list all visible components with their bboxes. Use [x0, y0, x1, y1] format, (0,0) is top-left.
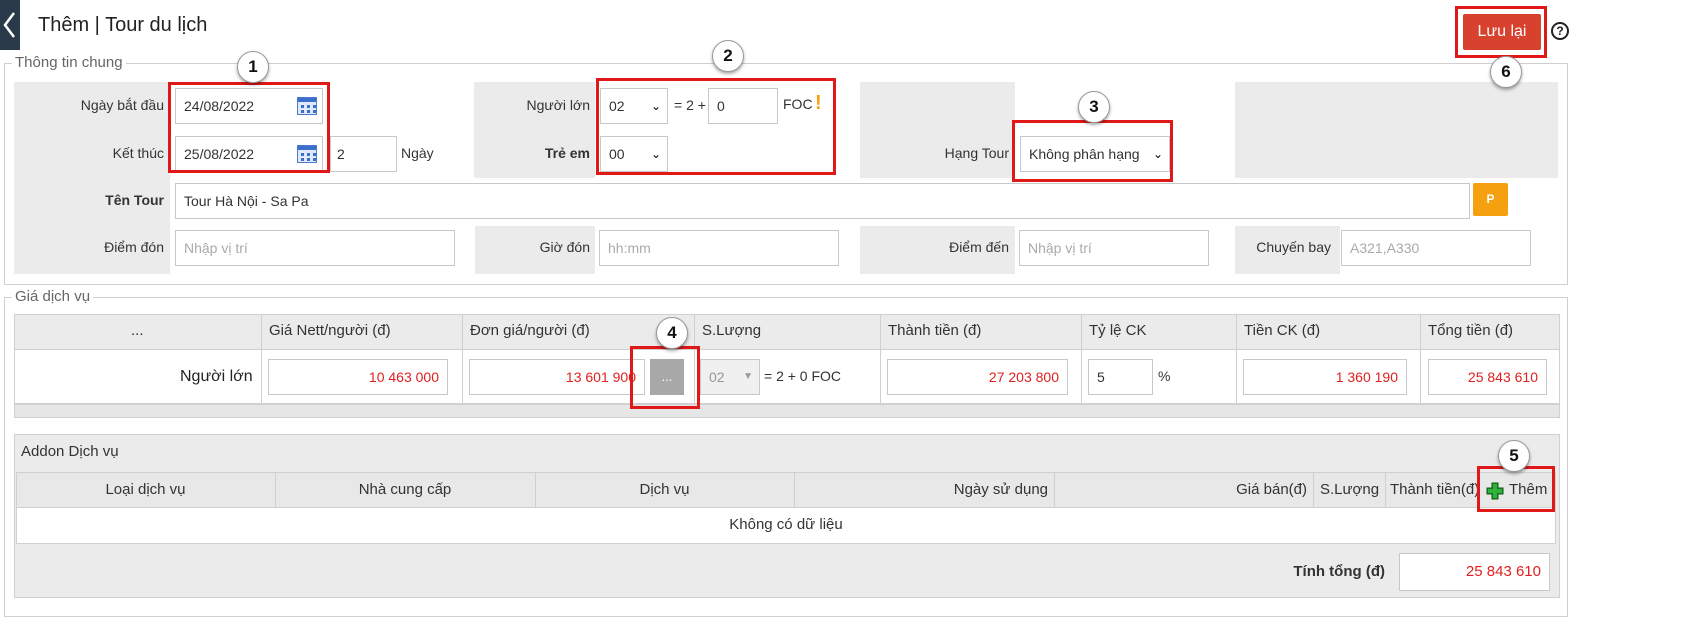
- pricing-header: Giá Nett/người (đ): [269, 322, 391, 339]
- addon-title: Addon Dịch vụ: [21, 443, 119, 460]
- tour-name-input[interactable]: Tour Hà Nội - Sa Pa: [175, 183, 1470, 219]
- pricing-legend: Giá dịch vụ: [12, 288, 94, 305]
- quantity-select[interactable]: 02 ▼: [700, 359, 760, 395]
- addon-header: Ngày sử dụng: [953, 481, 1048, 498]
- tour-name-label: Tên Tour: [105, 192, 164, 208]
- pickup-input[interactable]: Nhập vị trí: [175, 230, 455, 266]
- addon-header: Dịch vụ: [639, 481, 690, 498]
- tour-class-label: Hạng Tour: [944, 145, 1009, 161]
- p-button[interactable]: P: [1473, 183, 1508, 216]
- addon-header: Giá bán(đ): [1236, 481, 1307, 498]
- annotation-badge: 5: [1498, 440, 1530, 472]
- addon-header: Nhà cung cấp: [358, 481, 452, 498]
- quantity-note: = 2 + 0 FOC: [764, 368, 842, 384]
- general-info-legend: Thông tin chung: [12, 54, 126, 71]
- line-total-input[interactable]: 27 203 800: [887, 359, 1068, 395]
- end-date-label: Kết thúc: [112, 145, 164, 161]
- total-value-input[interactable]: 25 843 610: [1399, 553, 1550, 591]
- pricing-header: Tỷ lệ CK: [1089, 322, 1147, 339]
- flight-label: Chuyến bay: [1256, 239, 1331, 255]
- unit-price-input[interactable]: 13 601 900: [469, 359, 645, 395]
- destination-input[interactable]: Nhập vị trí: [1019, 230, 1209, 266]
- pricing-header: Tiền CK (đ): [1244, 322, 1321, 339]
- addon-header: Loại dịch vụ: [105, 481, 186, 498]
- start-date-label: Ngày bắt đầu: [80, 97, 164, 113]
- quantity-value: 02: [709, 369, 725, 385]
- total-label: Tính tổng (đ): [1293, 563, 1385, 580]
- pickup-time-input[interactable]: hh:mm: [599, 230, 839, 266]
- pricing-header: Thành tiền (đ): [888, 322, 982, 339]
- percent-label: %: [1158, 368, 1171, 384]
- highlight-box: [1012, 120, 1173, 182]
- highlight-box: [1477, 466, 1555, 512]
- discount-rate-input[interactable]: 5: [1088, 359, 1153, 395]
- chevron-down-icon: ▼: [743, 371, 753, 382]
- annotation-badge: 1: [237, 51, 269, 83]
- days-input[interactable]: 2: [330, 136, 397, 172]
- pricing-header: Đơn giá/người (đ): [470, 322, 590, 339]
- chevron-left-icon: [3, 12, 15, 38]
- pickup-time-label: Giờ đón: [539, 239, 590, 255]
- days-unit: Ngày: [401, 145, 434, 161]
- help-icon[interactable]: ?: [1551, 22, 1569, 40]
- page-title: Thêm | Tour du lịch: [38, 14, 208, 36]
- highlight-box: [630, 346, 700, 409]
- addon-empty-text: Không có dữ liệu: [729, 516, 843, 533]
- grand-total-input[interactable]: 25 843 610: [1428, 359, 1547, 395]
- pricing-header: S.Lượng: [702, 322, 762, 339]
- children-label: Trẻ em: [544, 145, 590, 161]
- annotation-badge: 3: [1078, 91, 1110, 123]
- pricing-header-row: [14, 314, 1560, 350]
- discount-amount-input[interactable]: 1 360 190: [1243, 359, 1407, 395]
- pickup-label: Điểm đón: [104, 239, 164, 255]
- highlight-box: [596, 78, 836, 175]
- highlight-box: [168, 82, 330, 173]
- annotation-badge: 4: [656, 317, 688, 349]
- pricing-row-label: Người lớn: [180, 368, 253, 385]
- pricing-header: Tổng tiền (đ): [1428, 322, 1514, 339]
- destination-label: Điểm đến: [949, 239, 1009, 255]
- nett-price-input[interactable]: 10 463 000: [268, 359, 448, 395]
- flight-input[interactable]: A321,A330: [1341, 230, 1531, 266]
- pricing-header: ...: [131, 322, 144, 339]
- annotation-badge: 6: [1490, 56, 1522, 88]
- addon-header: Thành tiền(đ): [1390, 481, 1480, 498]
- adults-label: Người lớn: [526, 97, 590, 113]
- annotation-badge: 2: [712, 40, 744, 72]
- highlight-box: [1455, 6, 1547, 58]
- back-button[interactable]: [0, 0, 20, 50]
- pricing-scrollbar[interactable]: [14, 404, 1560, 418]
- addon-header: S.Lượng: [1320, 481, 1380, 498]
